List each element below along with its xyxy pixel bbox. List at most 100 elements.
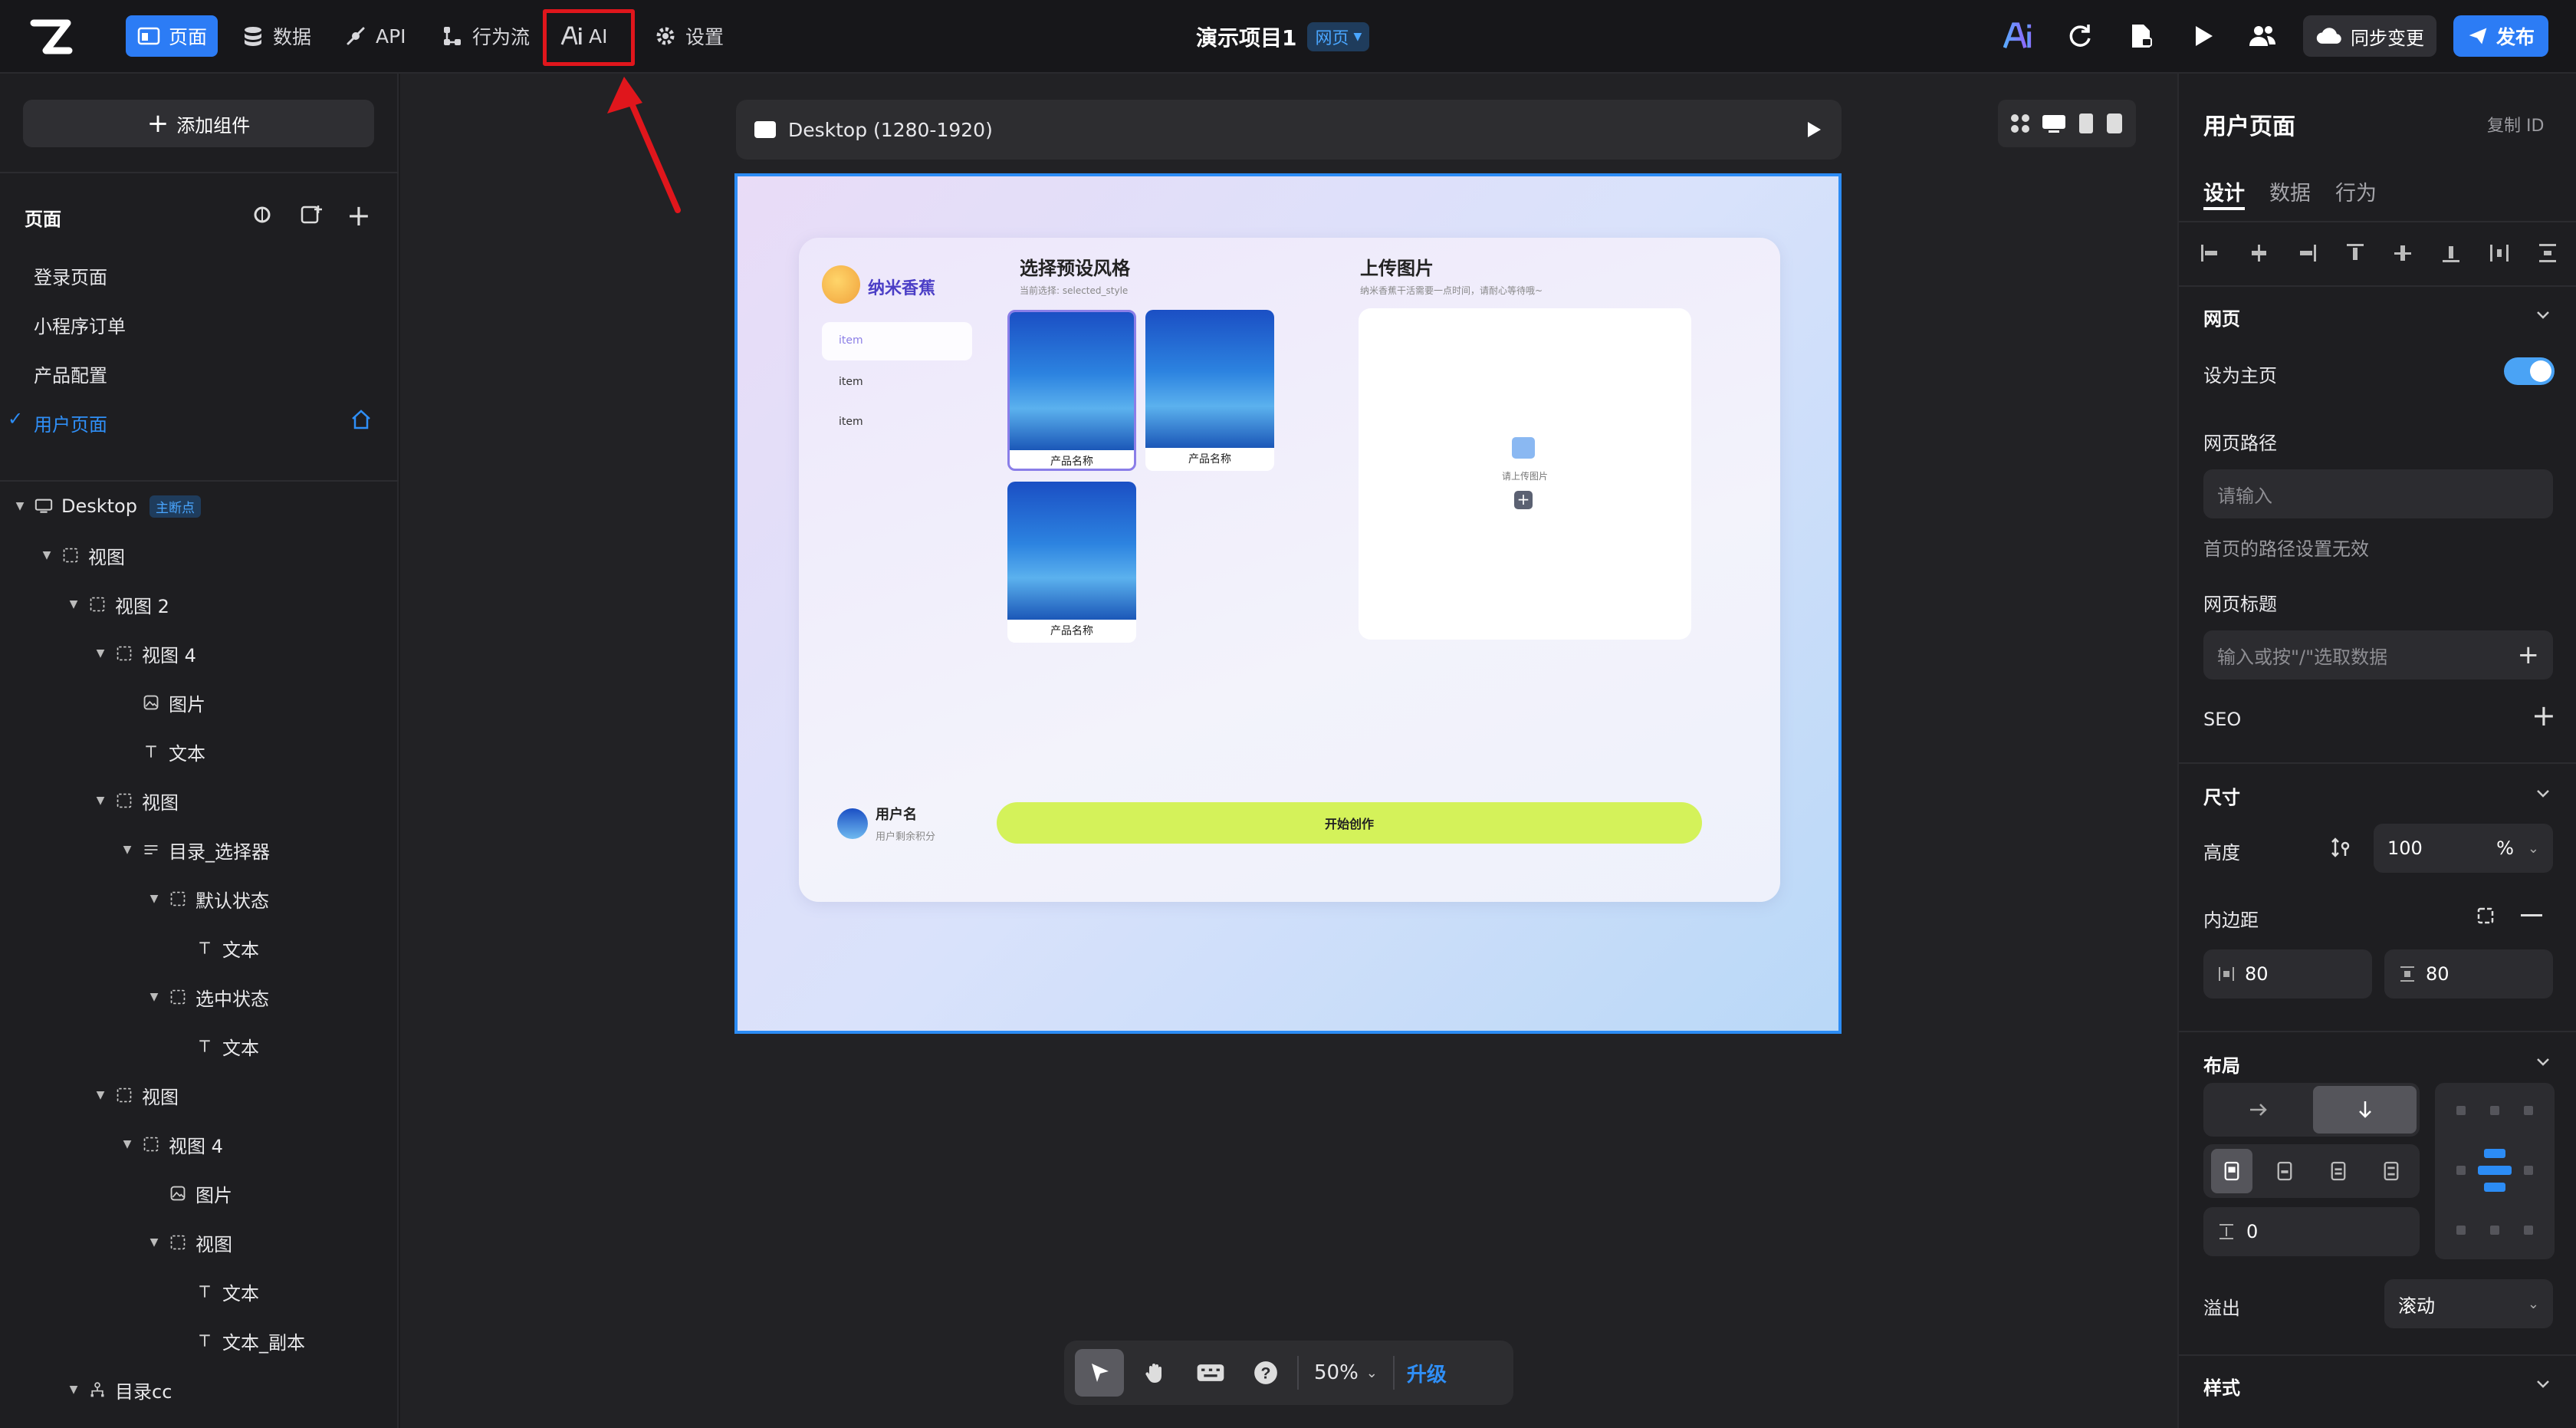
align-top-icon[interactable] bbox=[2344, 242, 2367, 265]
direction-column-button[interactable] bbox=[2313, 1086, 2417, 1134]
chevron-down-icon[interactable] bbox=[2533, 784, 2553, 804]
grid-view-icon[interactable] bbox=[2009, 113, 2031, 134]
page-title-input[interactable]: 输入或按"/"选取数据 + bbox=[2203, 630, 2553, 679]
menu-item-1[interactable]: item bbox=[839, 334, 863, 347]
nav-page-button[interactable]: 页面 bbox=[126, 15, 219, 57]
direction-row-button[interactable] bbox=[2206, 1086, 2310, 1134]
layer-tree-row[interactable]: 文本 bbox=[175, 1031, 259, 1061]
align-dot[interactable] bbox=[2456, 1226, 2466, 1235]
ai-assistant-icon[interactable] bbox=[1995, 17, 2041, 55]
desktop-view-icon[interactable] bbox=[2041, 113, 2067, 134]
layer-tree-row[interactable]: ▼ 默认状态 bbox=[148, 883, 269, 914]
layer-tree-row[interactable]: ▼ 视图 bbox=[94, 785, 179, 816]
height-mode-icon[interactable] bbox=[2329, 836, 2352, 859]
expand-caret-icon[interactable]: ▼ bbox=[94, 647, 107, 660]
padding-vertical-input[interactable]: 80 bbox=[2384, 949, 2553, 999]
logo-icon[interactable] bbox=[29, 17, 74, 57]
wrap-option-icon[interactable] bbox=[2318, 1149, 2359, 1193]
align-dot[interactable] bbox=[2456, 1106, 2466, 1115]
expand-caret-icon[interactable]: ▼ bbox=[94, 795, 107, 807]
align-dot[interactable] bbox=[2524, 1166, 2533, 1175]
align-dot[interactable] bbox=[2456, 1166, 2466, 1175]
align-dot[interactable] bbox=[2490, 1106, 2499, 1115]
page-item-product-config[interactable]: 产品配置 bbox=[34, 360, 107, 387]
minus-icon[interactable] bbox=[2521, 914, 2542, 916]
users-icon[interactable] bbox=[2243, 17, 2282, 55]
wrap-option-icon[interactable] bbox=[2264, 1149, 2305, 1193]
plus-icon[interactable]: + bbox=[2518, 642, 2540, 668]
upload-box[interactable]: 请上传图片 + bbox=[1359, 308, 1691, 640]
tab-data[interactable]: 数据 bbox=[2269, 176, 2311, 206]
section-size-head[interactable]: 尺寸 bbox=[2203, 782, 2240, 809]
play-icon[interactable] bbox=[2183, 17, 2222, 55]
align-bottom-icon[interactable] bbox=[2440, 242, 2463, 265]
project-type-badge[interactable]: 网页 ▼ bbox=[1307, 22, 1370, 51]
align-center-v-icon[interactable] bbox=[2391, 242, 2414, 265]
direction-toggle[interactable] bbox=[2203, 1083, 2420, 1137]
keyboard-icon[interactable] bbox=[1187, 1349, 1234, 1397]
add-seo-icon[interactable]: + bbox=[2532, 701, 2556, 730]
chevron-down-icon[interactable] bbox=[2533, 1052, 2553, 1072]
expand-caret-icon[interactable]: ▼ bbox=[148, 893, 160, 905]
layer-tree-row[interactable]: ▼ 选中状态 bbox=[148, 982, 269, 1012]
select-tool-icon[interactable] bbox=[1075, 1349, 1124, 1397]
add-folder-icon[interactable] bbox=[299, 202, 324, 227]
upgrade-link[interactable]: 升级 bbox=[1402, 1359, 1447, 1387]
set-home-toggle[interactable] bbox=[2504, 357, 2555, 385]
padding-individual-icon[interactable] bbox=[2475, 905, 2496, 926]
menu-item-3[interactable]: item bbox=[839, 416, 863, 428]
layer-tree-row[interactable]: 图片 bbox=[148, 1178, 232, 1209]
align-dot[interactable] bbox=[2524, 1106, 2533, 1115]
zoom-select[interactable]: 50% ⌄ bbox=[1306, 1361, 1385, 1384]
publish-button[interactable]: 发布 bbox=[2453, 15, 2549, 57]
device-bar[interactable]: Desktop (1280-1920) bbox=[736, 100, 1842, 160]
wrap-option-icon[interactable] bbox=[2371, 1149, 2412, 1193]
project-title-group[interactable]: 演示项目1 网页 ▼ bbox=[1196, 18, 1370, 55]
layer-tree-row[interactable]: 文本 bbox=[121, 736, 205, 767]
section-layout-head[interactable]: 布局 bbox=[2203, 1051, 2240, 1078]
add-page-icon[interactable]: + bbox=[347, 201, 371, 230]
wrap-options[interactable] bbox=[2203, 1144, 2420, 1198]
expand-caret-icon[interactable]: ▼ bbox=[67, 598, 80, 610]
align-left-icon[interactable] bbox=[2199, 242, 2222, 265]
layer-tree-row[interactable]: ▼ 视图 4 bbox=[121, 1129, 223, 1160]
height-unit[interactable]: % bbox=[2496, 837, 2514, 859]
path-input[interactable]: 请输入 bbox=[2203, 469, 2553, 518]
distribute-v-icon[interactable] bbox=[2536, 242, 2559, 265]
menu-item-2[interactable]: item bbox=[839, 376, 863, 388]
layer-tree-row[interactable]: ▼ 视图 bbox=[148, 1227, 232, 1258]
hand-tool-icon[interactable] bbox=[1132, 1349, 1179, 1397]
home-icon[interactable] bbox=[350, 408, 373, 431]
layer-tree-row[interactable]: ▼ 视图 2 bbox=[67, 589, 169, 620]
start-create-button[interactable]: 开始创作 bbox=[997, 802, 1702, 844]
align-right-icon[interactable] bbox=[2295, 242, 2318, 265]
document-lock-icon[interactable] bbox=[2122, 17, 2160, 55]
add-component-button[interactable]: + 添加组件 bbox=[23, 100, 374, 147]
padding-horizontal-input[interactable]: 80 bbox=[2203, 949, 2372, 999]
layer-tree-row[interactable]: 文本 bbox=[175, 1276, 259, 1307]
help-icon[interactable]: ? bbox=[1242, 1349, 1290, 1397]
height-input[interactable]: 100 % ⌄ bbox=[2374, 824, 2553, 873]
play-preview-icon[interactable] bbox=[1803, 120, 1823, 140]
expand-caret-icon[interactable]: ▼ bbox=[67, 1384, 80, 1396]
product-card[interactable]: 产品名称 bbox=[1007, 310, 1136, 471]
expand-caret-icon[interactable]: ▼ bbox=[121, 1138, 133, 1150]
layer-tree-row[interactable]: 文本 bbox=[175, 933, 259, 963]
align-dot[interactable] bbox=[2524, 1226, 2533, 1235]
layer-tree-row[interactable]: ▼ 视图 4 bbox=[94, 638, 196, 669]
preview-frame[interactable]: 纳米香蕉 item item item 选择预设风格 当前选择: selecte… bbox=[734, 173, 1842, 1034]
page-settings-icon[interactable] bbox=[250, 202, 274, 227]
align-dot[interactable] bbox=[2490, 1226, 2499, 1235]
expand-caret-icon[interactable]: ▼ bbox=[41, 549, 53, 561]
distribute-h-icon[interactable] bbox=[2488, 242, 2511, 265]
alignment-grid[interactable] bbox=[2435, 1083, 2555, 1259]
copy-id-button[interactable]: 复制 ID bbox=[2487, 112, 2544, 137]
product-card[interactable]: 产品名称 bbox=[1007, 482, 1136, 643]
layer-tree-row[interactable]: ▼ 目录cc bbox=[67, 1374, 172, 1405]
chevron-down-icon[interactable] bbox=[2533, 1374, 2553, 1394]
layer-tree-row[interactable]: ▼ Desktop 主断点 bbox=[14, 491, 201, 522]
product-card[interactable]: 产品名称 bbox=[1145, 310, 1274, 471]
view-toggle-group[interactable] bbox=[1998, 100, 2136, 147]
nav-settings-button[interactable]: 设置 bbox=[642, 15, 734, 57]
chevron-down-icon[interactable] bbox=[2533, 305, 2553, 325]
